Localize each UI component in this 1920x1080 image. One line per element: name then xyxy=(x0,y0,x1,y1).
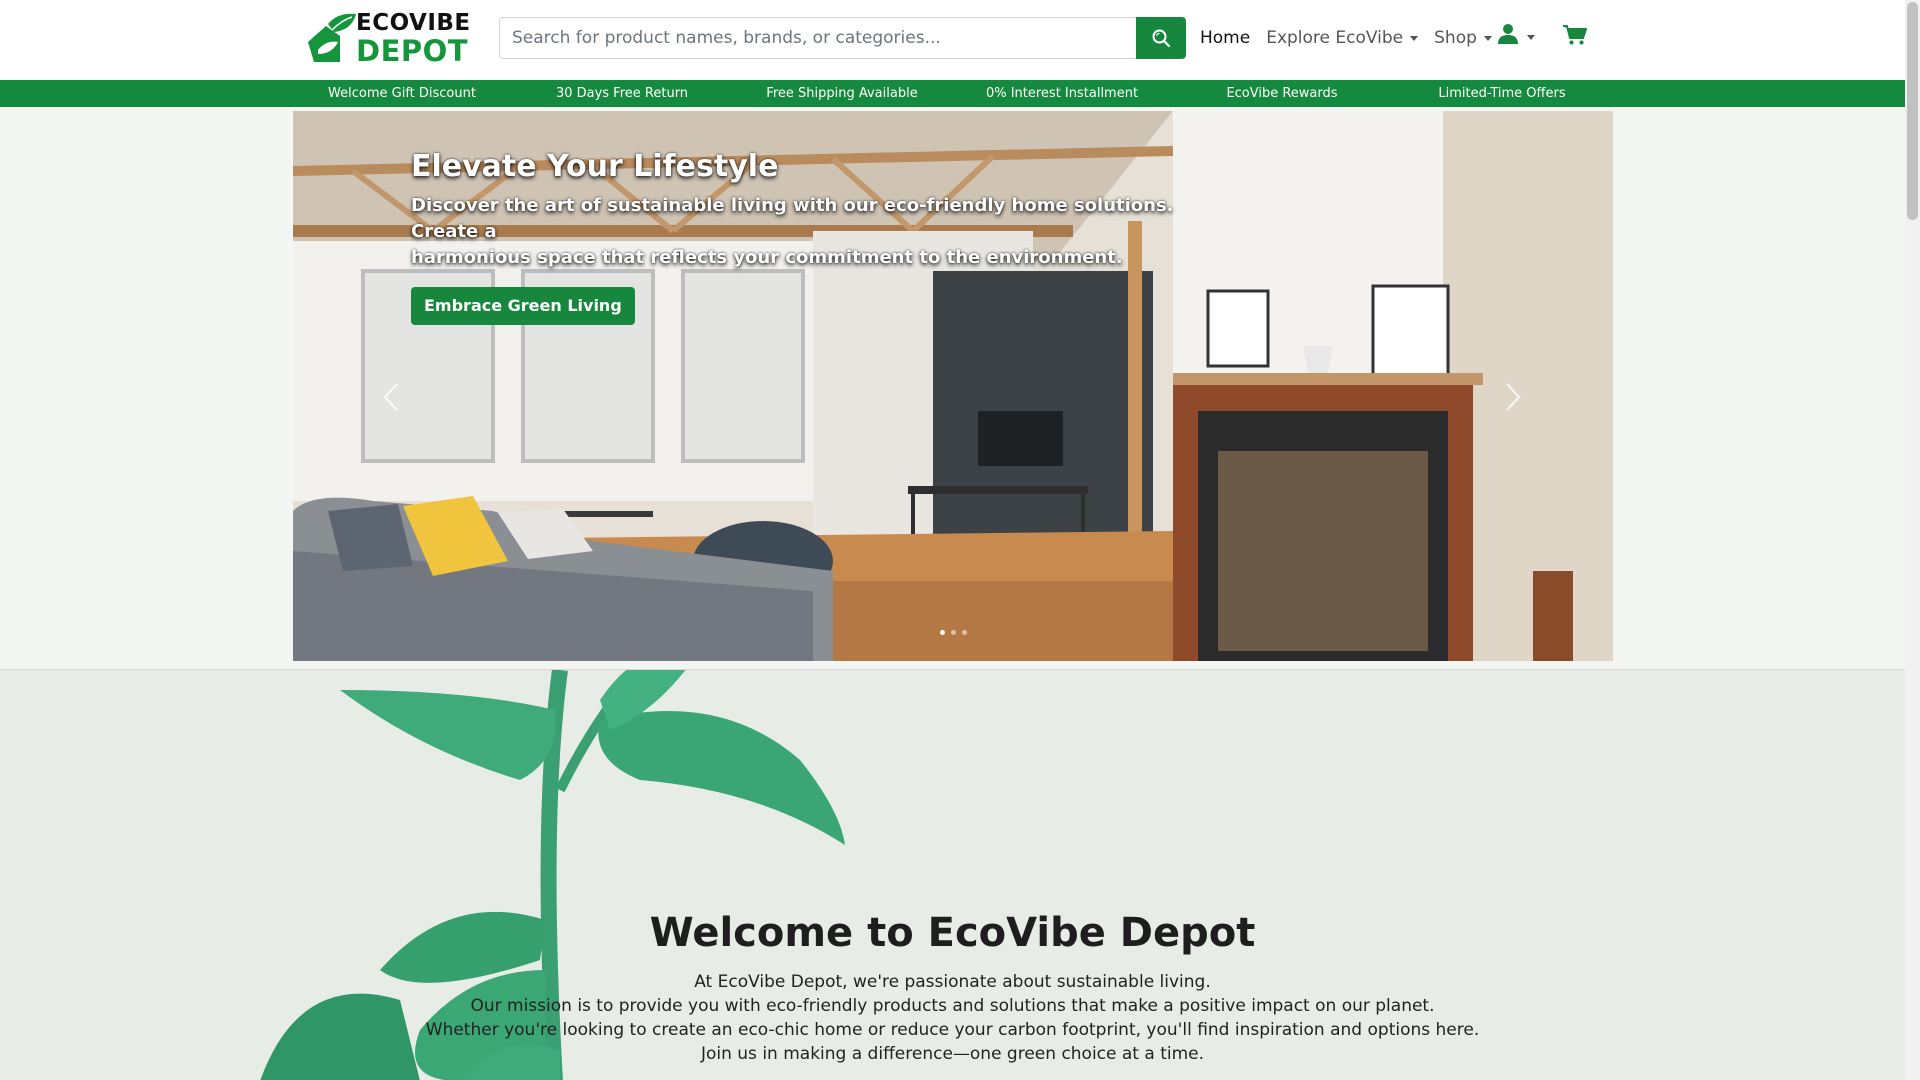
promo-limited-offers[interactable]: Limited-Time Offers xyxy=(1392,80,1612,107)
promo-rewards[interactable]: EcoVibe Rewards xyxy=(1172,80,1392,107)
promo-interest-installment[interactable]: 0% Interest Installment xyxy=(952,80,1172,107)
welcome-section: Welcome to EcoVibe Depot At EcoVibe Depo… xyxy=(0,669,1905,1080)
logo-text-ecovibe: ECOVIBE xyxy=(356,10,471,36)
welcome-line-4: Join us in making a difference—one green… xyxy=(700,1044,1205,1064)
nav-explore-ecovibe[interactable]: Explore EcoVibe xyxy=(1266,28,1419,48)
carousel-next-button[interactable] xyxy=(1493,367,1533,427)
nav-home[interactable]: Home xyxy=(1200,28,1250,48)
hero-text-line2: harmonious space that reflects your comm… xyxy=(411,247,1123,268)
carousel-indicators xyxy=(937,630,970,635)
logo-text-depot: DEPOT xyxy=(356,34,469,68)
navbar: ECOVIBE DEPOT Home Explore EcoVibe Shop xyxy=(0,0,1905,80)
search-bar xyxy=(499,17,1186,59)
carousel-dot-1[interactable] xyxy=(940,630,945,635)
brand-logo[interactable]: ECOVIBE DEPOT xyxy=(304,12,476,66)
search-icon xyxy=(1152,29,1171,48)
hero-title: Elevate Your Lifestyle xyxy=(411,149,779,184)
chevron-down-icon xyxy=(1410,35,1419,41)
chevron-down-icon xyxy=(1527,34,1535,40)
user-menu-button[interactable] xyxy=(1497,23,1535,45)
main-nav: Home Explore EcoVibe Shop xyxy=(1200,22,1508,54)
promo-free-return[interactable]: 30 Days Free Return xyxy=(512,80,732,107)
welcome-line-1: At EcoVibe Depot, we're passionate about… xyxy=(694,972,1211,992)
embrace-green-living-button[interactable]: Embrace Green Living xyxy=(411,287,635,325)
cart-icon xyxy=(1563,25,1587,45)
carousel-dot-3[interactable] xyxy=(962,630,967,635)
welcome-description: At EcoVibe Depot, we're passionate about… xyxy=(0,970,1905,1066)
carousel-prev-button[interactable] xyxy=(371,367,411,427)
search-input[interactable] xyxy=(499,17,1136,59)
promo-free-shipping[interactable]: Free Shipping Available xyxy=(732,80,952,107)
nav-home-label: Home xyxy=(1200,28,1251,48)
user-icon xyxy=(1498,24,1518,44)
chevron-right-icon xyxy=(1506,383,1521,411)
nav-shop[interactable]: Shop xyxy=(1434,28,1492,48)
chevron-left-icon xyxy=(383,383,398,411)
hero-text-line1: Discover the art of sustainable living w… xyxy=(411,195,1174,242)
cart-button[interactable] xyxy=(1563,24,1587,50)
chevron-down-icon xyxy=(1483,35,1492,41)
carousel-dot-2[interactable] xyxy=(951,630,956,635)
hero-carousel: Elevate Your Lifestyle Discover the art … xyxy=(293,111,1613,661)
welcome-title: Welcome to EcoVibe Depot xyxy=(649,910,1256,956)
nav-explore-label: Explore EcoVibe xyxy=(1266,28,1404,48)
search-button[interactable] xyxy=(1136,17,1186,59)
hero-caption: Elevate Your Lifestyle Discover the art … xyxy=(411,147,1191,325)
scrollbar-thumb[interactable] xyxy=(1907,2,1918,220)
page-scrollbar[interactable] xyxy=(1905,0,1920,1080)
promo-welcome-gift[interactable]: Welcome Gift Discount xyxy=(292,80,512,107)
welcome-line-2: Our mission is to provide you with eco-f… xyxy=(470,996,1435,1016)
welcome-line-3: Whether you're looking to create an eco-… xyxy=(425,1020,1480,1040)
nav-shop-label: Shop xyxy=(1434,28,1477,48)
promo-strip: Welcome Gift Discount 30 Days Free Retur… xyxy=(0,80,1905,107)
